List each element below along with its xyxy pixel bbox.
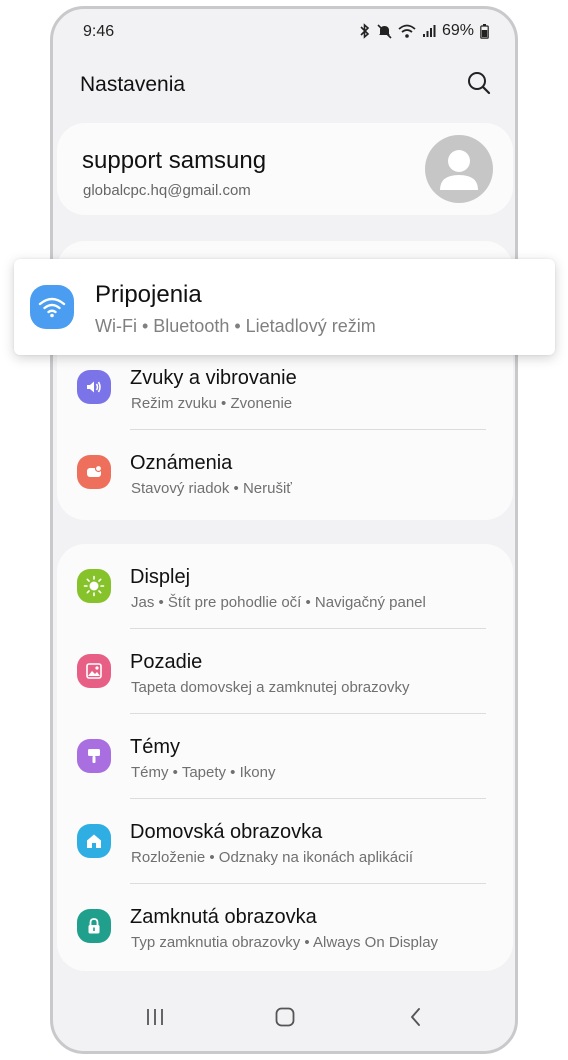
image-icon	[77, 654, 111, 688]
status-bar: 9:46 69%	[53, 9, 515, 55]
app-bar: Nastavenia	[53, 61, 515, 105]
bluetooth-icon	[359, 23, 371, 39]
wifi-status-icon	[398, 24, 416, 39]
settings-item-sub: Wi-Fi • Bluetooth • Lietadlový režim	[95, 316, 376, 336]
settings-item-sounds[interactable]: Zvuky a vibrovanie Režim zvuku • Zvoneni…	[57, 345, 513, 430]
sun-icon	[77, 569, 111, 603]
settings-item-sub: Režim zvuku • Zvonenie	[131, 395, 293, 412]
search-icon[interactable]	[465, 69, 493, 97]
brush-icon	[77, 739, 111, 773]
settings-item-label: Témy	[130, 736, 180, 758]
signal-icon	[422, 24, 436, 38]
wifi-icon	[30, 285, 74, 329]
volume-icon	[77, 370, 111, 404]
settings-item-lock-screen[interactable]: Zamknutá obrazovka Typ zamknutia obrazov…	[57, 884, 513, 969]
settings-item-sub: Stavový riadok • Nerušiť	[131, 480, 292, 497]
settings-item-sub: Témy • Tapety • Ikony	[131, 764, 276, 781]
settings-item-label: Pozadie	[130, 651, 203, 673]
settings-item-label: Oznámenia	[130, 452, 233, 474]
settings-item-label: Domovská obrazovka	[130, 821, 323, 843]
settings-item-wallpaper[interactable]: Pozadie Tapeta domovskej a zamknutej obr…	[57, 629, 513, 714]
settings-item-sub: Rozloženie • Odznaky na ikonách aplikáci…	[131, 849, 414, 866]
status-icons: 69%	[359, 22, 489, 40]
phone-frame: 9:46 69% Nastavenia support samsung glob…	[50, 6, 518, 1054]
battery-text: 69%	[441, 22, 474, 39]
settings-item-themes[interactable]: Témy Témy • Tapety • Ikony	[57, 714, 513, 799]
navigation-bar	[53, 981, 515, 1051]
settings-item-sub: Typ zamknutia obrazovky • Always On Disp…	[131, 934, 439, 951]
home-icon	[77, 824, 111, 858]
settings-item-label: Zamknutá obrazovka	[130, 906, 317, 928]
battery-icon	[480, 23, 489, 39]
settings-item-sub: Jas • Štít pre pohodlie očí • Navigačný …	[131, 594, 426, 611]
account-card[interactable]: support samsung globalcpc.hq@gmail.com	[57, 123, 513, 215]
home-button-icon[interactable]	[267, 999, 303, 1035]
settings-group-display: Displej Jas • Štít pre pohodlie očí • Na…	[57, 544, 513, 971]
account-email: globalcpc.hq@gmail.com	[83, 182, 251, 199]
settings-item-label: Displej	[130, 566, 191, 588]
settings-item-sub: Tapeta domovskej a zamknutej obrazovky	[131, 679, 410, 696]
account-name: support samsung	[82, 147, 267, 174]
settings-item-connections-highlighted[interactable]: Pripojenia Wi-Fi • Bluetooth • Lietadlov…	[14, 259, 555, 355]
avatar-icon	[425, 135, 493, 203]
lock-icon	[77, 909, 111, 943]
settings-item-notifications[interactable]: Oznámenia Stavový riadok • Nerušiť	[57, 430, 513, 515]
status-time: 9:46	[83, 23, 115, 40]
settings-item-display[interactable]: Displej Jas • Štít pre pohodlie očí • Na…	[57, 544, 513, 629]
page-title: Nastavenia	[80, 73, 186, 96]
settings-item-label: Zvuky a vibrovanie	[130, 367, 297, 389]
settings-item-home-screen[interactable]: Domovská obrazovka Rozloženie • Odznaky …	[57, 799, 513, 884]
recents-icon[interactable]	[137, 999, 173, 1035]
settings-item-label: Pripojenia	[95, 281, 202, 308]
notification-icon	[77, 455, 111, 489]
mute-icon	[377, 23, 392, 39]
back-icon[interactable]	[398, 999, 434, 1035]
